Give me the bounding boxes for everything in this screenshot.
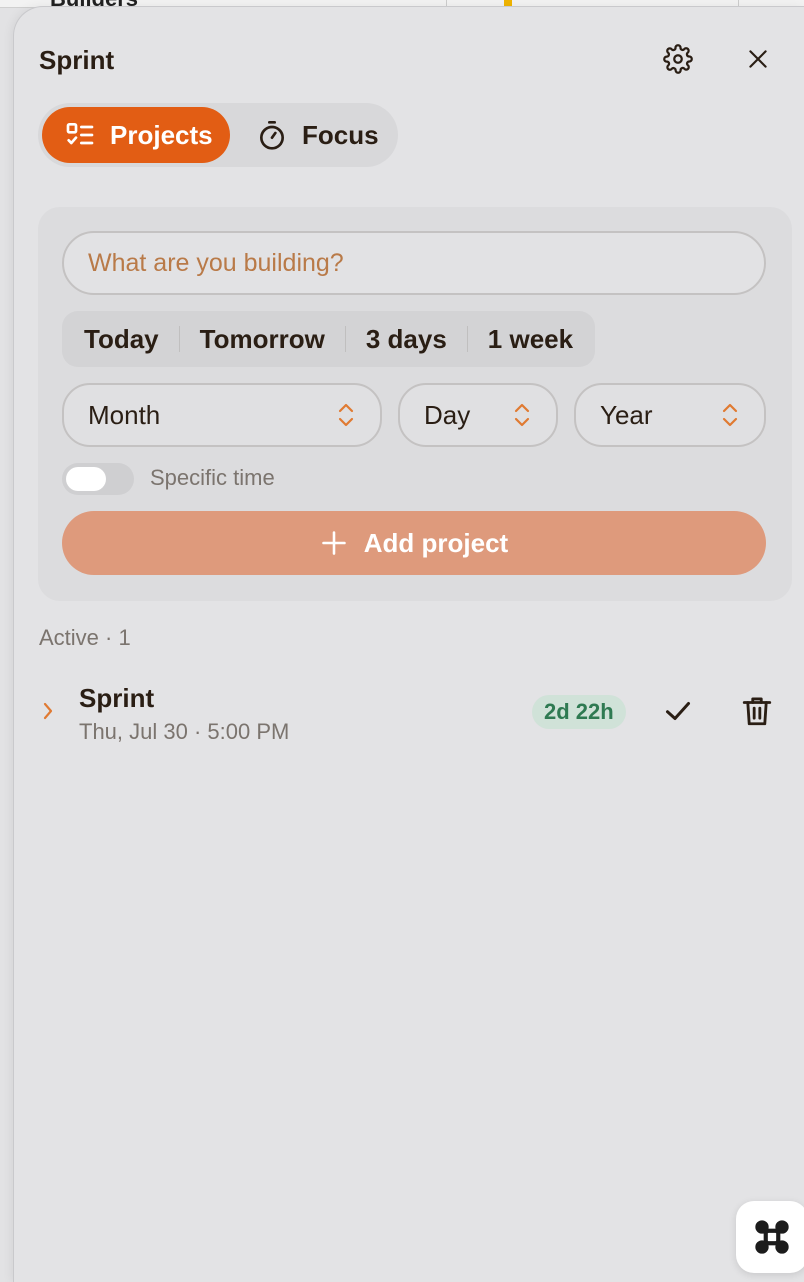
month-select[interactable]: Month	[62, 383, 382, 447]
tab-projects[interactable]: Projects	[42, 107, 230, 163]
specific-time-label: Specific time	[150, 465, 275, 490]
expand-button[interactable]	[40, 699, 56, 728]
quick-divider	[344, 326, 346, 352]
active-section-label: Active · 1	[39, 625, 131, 650]
trash-icon	[742, 697, 772, 726]
quick-today-button[interactable]: Today	[72, 324, 171, 355]
tab-projects-label: Projects	[110, 119, 213, 150]
stopwatch-icon	[260, 121, 284, 150]
gear-icon	[663, 44, 693, 74]
quick-3-days-button[interactable]: 3 days	[354, 324, 459, 355]
quick-tomorrow-button[interactable]: Tomorrow	[188, 324, 337, 355]
command-icon	[755, 1220, 789, 1254]
complete-button[interactable]	[660, 693, 696, 734]
toggle-knob	[66, 467, 106, 491]
chevron-right-icon	[43, 702, 53, 720]
chevron-up-down-icon	[722, 403, 738, 427]
quick-1-week-button[interactable]: 1 week	[476, 324, 585, 355]
list-item[interactable]: Sprint Thu, Jul 30 · 5:00 PM 2d 22h	[38, 673, 792, 753]
close-icon	[749, 50, 767, 68]
project-name: Sprint	[79, 683, 155, 713]
delete-button[interactable]	[740, 693, 774, 734]
sprint-panel: Sprint Projects Focus What are you build…	[13, 6, 804, 1282]
time-remaining-badge: 2d 22h	[532, 695, 626, 729]
chevron-up-down-icon	[338, 403, 354, 427]
year-select[interactable]: Year	[574, 383, 766, 447]
day-select-label: Day	[424, 399, 471, 430]
add-project-label: Add project	[363, 527, 509, 558]
close-button[interactable]	[738, 39, 778, 79]
tab-focus[interactable]: Focus	[252, 107, 392, 163]
new-project-card: Today Tomorrow 3 days 1 week Month Day Y…	[38, 207, 792, 601]
year-select-label: Year	[600, 399, 653, 430]
checkmark-icon	[666, 702, 690, 720]
app-launcher-button[interactable]	[736, 1201, 804, 1273]
panel-title: Sprint	[39, 45, 115, 75]
plus-icon	[321, 531, 346, 555]
specific-time-toggle[interactable]	[62, 463, 134, 495]
settings-button[interactable]	[658, 39, 698, 79]
view-switcher: Projects Focus	[38, 103, 398, 167]
quick-deadline-group: Today Tomorrow 3 days 1 week	[62, 311, 596, 367]
tab-focus-label: Focus	[302, 119, 379, 150]
project-name-input[interactable]	[62, 231, 766, 295]
quick-divider	[178, 326, 180, 352]
day-select[interactable]: Day	[398, 383, 558, 447]
add-project-button[interactable]: Add project	[62, 511, 766, 575]
quick-divider	[466, 326, 468, 352]
project-deadline: Thu, Jul 30 · 5:00 PM	[79, 719, 290, 744]
chevron-up-down-icon	[514, 403, 530, 427]
month-select-label: Month	[88, 399, 161, 430]
checklist-icon	[66, 123, 94, 145]
